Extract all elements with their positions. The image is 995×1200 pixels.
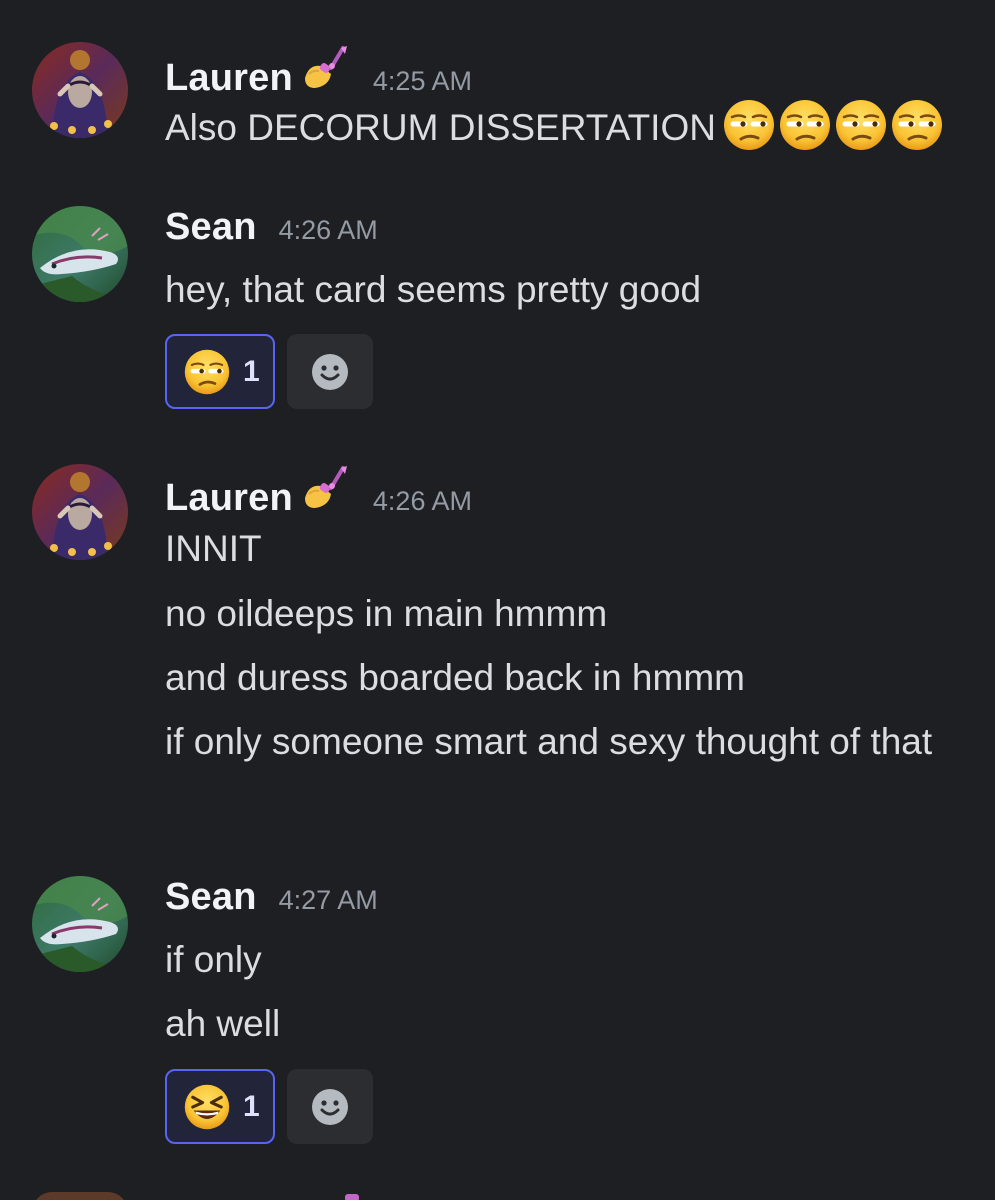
message-line: and duress boarded back in hmmm: [165, 657, 745, 698]
unamused-face-emoji-icon: [778, 98, 832, 152]
avatar[interactable]: [32, 876, 128, 972]
timestamp: 4:26 AM: [372, 486, 472, 516]
unamused-face-emoji-icon: [183, 348, 231, 396]
message-line: if only someone smart and sexy thought o…: [165, 721, 933, 762]
username[interactable]: Sean: [165, 206, 257, 249]
unamused-face-emoji-icon: [834, 98, 888, 152]
smile-icon: [310, 1087, 350, 1127]
message-line: Also DECORUM DISSERTATION: [165, 107, 716, 148]
message-line: hey, that card seems pretty good: [165, 269, 702, 310]
message-header: Sean 4:27 AM: [165, 876, 378, 926]
username[interactable]: Sean: [165, 876, 257, 919]
grinning-squinting-face-emoji-icon: [183, 1083, 231, 1131]
message-header: Lauren 4:25 AM: [165, 44, 472, 99]
message-line: if only: [165, 939, 262, 980]
message-line: no oildeeps in main hmmm: [165, 593, 608, 634]
message-header: Sean 4:26 AM: [165, 206, 378, 256]
avatar[interactable]: [32, 1192, 128, 1200]
smile-icon: [310, 352, 350, 392]
avatar[interactable]: [32, 464, 128, 560]
message-line: ah well: [165, 1003, 281, 1044]
reaction-count: 1: [243, 1089, 260, 1123]
timestamp: 4:26 AM: [278, 215, 378, 245]
username[interactable]: Lauren: [165, 57, 293, 100]
avatar[interactable]: [32, 206, 128, 302]
timestamp: 4:25 AM: [372, 66, 472, 96]
unamused-face-emoji-icon: [890, 98, 944, 152]
message-line: INNIT: [165, 528, 262, 569]
reaction-bar: 1: [165, 1069, 373, 1144]
nail-polish-emoji-icon: [301, 464, 351, 510]
reaction-button[interactable]: 1: [165, 1069, 275, 1144]
reaction-count: 1: [243, 354, 260, 388]
add-reaction-button[interactable]: [287, 334, 373, 409]
timestamp: 4:27 AM: [278, 885, 378, 915]
reaction-button[interactable]: 1: [165, 334, 275, 409]
message-header: Lauren 4:26 AM: [165, 464, 472, 519]
avatar[interactable]: [32, 42, 128, 138]
nail-polish-emoji-icon: [345, 1194, 359, 1200]
message-text: Also DECORUM DISSERTATION: [165, 98, 944, 156]
chat-message-list: Lauren 4:25 AM Also DECORUM DISSERTATION…: [0, 0, 995, 1200]
username[interactable]: Lauren: [165, 477, 293, 520]
add-reaction-button[interactable]: [287, 1069, 373, 1144]
emoji-row: [722, 98, 944, 152]
unamused-face-emoji-icon: [722, 98, 776, 152]
reaction-bar: 1: [165, 334, 373, 409]
nail-polish-emoji-icon: [301, 44, 351, 90]
